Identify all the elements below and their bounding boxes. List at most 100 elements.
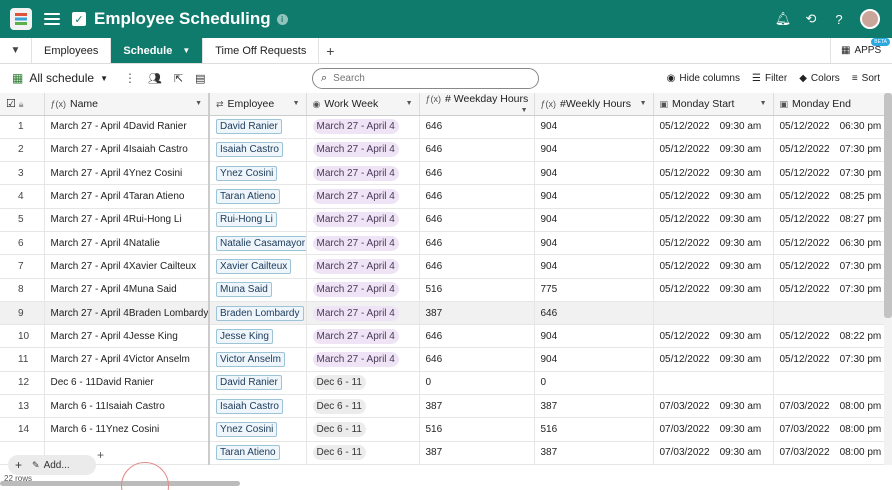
- monday-start-cell[interactable]: 05/12/2022 09:30 am: [653, 347, 774, 372]
- column-header-monday-end[interactable]: ▣ Monday End: [773, 93, 884, 116]
- employee-link-pill[interactable]: Braden Lombardy: [216, 305, 304, 321]
- row-number[interactable]: 9: [0, 301, 45, 326]
- monday-start-cell[interactable]: [653, 301, 774, 326]
- caret-down-icon[interactable]: ▼: [100, 74, 108, 83]
- row-number[interactable]: 14: [0, 417, 45, 442]
- work-week-cell[interactable]: March 27 - April 4: [306, 324, 420, 349]
- employee-cell[interactable]: Jesse King: [209, 324, 307, 349]
- weekday-hours-cell[interactable]: 387: [419, 301, 535, 326]
- weekday-hours-cell[interactable]: 646: [419, 184, 535, 209]
- employee-link-pill[interactable]: Rui-Hong Li: [216, 212, 277, 228]
- employee-cell[interactable]: Natalie Casamayor: [209, 231, 307, 256]
- column-header-employee[interactable]: ⇄ Employee ▼: [209, 93, 307, 116]
- monday-start-cell[interactable]: 05/12/2022 09:30 am: [653, 208, 774, 232]
- employee-cell[interactable]: Taran Atieno: [209, 184, 307, 209]
- work-week-cell[interactable]: March 27 - April 4: [306, 208, 420, 232]
- view-selector[interactable]: All schedule: [29, 71, 94, 85]
- weekly-hours-cell[interactable]: 904: [534, 347, 654, 372]
- help-icon[interactable]: ?: [832, 12, 846, 27]
- plus-icon[interactable]: +: [97, 448, 104, 462]
- monday-end-cell[interactable]: 05/12/2022 07:30 pm: [773, 278, 884, 302]
- row-number[interactable]: 1: [0, 115, 45, 139]
- weekly-hours-cell[interactable]: 904: [534, 254, 654, 279]
- monday-start-cell[interactable]: 05/12/2022 09:30 am: [653, 231, 774, 256]
- table-row[interactable]: 8 March 27 - April 4Muna Said Muna Said Mar…: [0, 278, 884, 302]
- table-row[interactable]: 9 March 27 - April 4Braden Lombardy Braden…: [0, 301, 884, 326]
- bell-icon[interactable]: 🔔︎: [775, 11, 792, 26]
- monday-end-cell[interactable]: 05/12/2022 08:25 pm: [773, 184, 884, 209]
- monday-start-cell[interactable]: 05/12/2022 09:30 am: [653, 161, 774, 186]
- caret-down-icon[interactable]: ▼: [195, 100, 202, 107]
- weekly-hours-cell[interactable]: 387: [534, 394, 654, 419]
- info-icon[interactable]: i: [276, 13, 288, 25]
- employee-cell[interactable]: Isaiah Castro: [209, 394, 307, 419]
- weekly-hours-cell[interactable]: 904: [534, 231, 654, 256]
- employee-link-pill[interactable]: Xavier Cailteux: [216, 258, 292, 274]
- row-number[interactable]: 10: [0, 324, 45, 349]
- weekly-hours-cell[interactable]: 904: [534, 208, 654, 232]
- work-week-cell[interactable]: March 27 - April 4: [306, 184, 420, 209]
- monday-start-cell[interactable]: 05/12/2022 09:30 am: [653, 115, 774, 139]
- print-icon[interactable]: ▤: [195, 72, 205, 85]
- monday-end-cell[interactable]: [773, 301, 884, 326]
- employee-cell[interactable]: Ynez Cosini: [209, 417, 307, 442]
- table-row[interactable]: 12 Dec 6 - 11David Ranier David Ranier Dec …: [0, 371, 884, 396]
- table-row[interactable]: 13 March 6 - 11Isaiah Castro Isaiah Castro…: [0, 394, 884, 419]
- select-all-checkbox[interactable]: ☑ 🔒︎: [0, 93, 45, 116]
- weekly-hours-cell[interactable]: 646: [534, 301, 654, 326]
- table-row[interactable]: 6 March 27 - April 4Natalie Natalie Casama…: [0, 231, 884, 256]
- table-row[interactable]: 4 March 27 - April 4Taran Atieno Taran Ati…: [0, 184, 884, 209]
- work-week-cell[interactable]: March 27 - April 4: [306, 347, 420, 372]
- chevron-down-icon[interactable]: ▼: [0, 38, 32, 63]
- tab-time-off-requests[interactable]: Time Off Requests: [203, 38, 320, 63]
- filter-button[interactable]: ☰ Filter: [752, 73, 787, 84]
- apps-button[interactable]: ▦ APPS BETA: [830, 38, 892, 63]
- name-cell[interactable]: March 27 - April 4David Ranier: [44, 115, 210, 139]
- weekly-hours-cell[interactable]: 904: [534, 138, 654, 163]
- employee-link-pill[interactable]: Taran Atieno: [216, 189, 280, 205]
- work-week-cell[interactable]: March 27 - April 4: [306, 301, 420, 326]
- work-week-cell[interactable]: March 27 - April 4: [306, 138, 420, 163]
- employee-cell[interactable]: David Ranier: [209, 115, 307, 139]
- name-cell[interactable]: March 27 - April 4Ynez Cosini: [44, 161, 210, 186]
- column-header-monday-start[interactable]: ▣ Monday Start ▼: [653, 93, 774, 116]
- employee-link-pill[interactable]: Jesse King: [216, 328, 273, 344]
- weekly-hours-cell[interactable]: 0: [534, 371, 654, 396]
- weekday-hours-cell[interactable]: 0: [419, 371, 535, 396]
- monday-start-cell[interactable]: 05/12/2022 09:30 am: [653, 278, 774, 302]
- table-row[interactable]: 10 March 27 - April 4Jesse King Jesse King…: [0, 324, 884, 349]
- employee-link-pill[interactable]: Natalie Casamayor: [216, 235, 305, 251]
- work-week-cell[interactable]: March 27 - April 4: [306, 231, 420, 256]
- monday-end-cell[interactable]: 07/03/2022 08:00 pm: [773, 394, 884, 419]
- row-number[interactable]: 13: [0, 394, 45, 419]
- share-users-icon[interactable]: 👥︎: [148, 72, 162, 85]
- employee-link-pill[interactable]: Victor Anselm: [216, 352, 285, 368]
- caret-down-icon[interactable]: ▼: [760, 100, 767, 107]
- name-cell[interactable]: March 27 - April 4Braden Lombardy: [44, 301, 210, 326]
- weekday-hours-cell[interactable]: 646: [419, 138, 535, 163]
- add-table-icon[interactable]: +: [319, 38, 341, 63]
- row-number[interactable]: 6: [0, 231, 45, 256]
- employee-link-pill[interactable]: Muna Said: [216, 282, 272, 298]
- row-number[interactable]: 4: [0, 184, 45, 209]
- employee-cell[interactable]: Isaiah Castro: [209, 138, 307, 163]
- name-cell[interactable]: March 6 - 11Isaiah Castro: [44, 394, 210, 419]
- employee-cell[interactable]: Rui-Hong Li: [209, 208, 307, 232]
- monday-end-cell[interactable]: 05/12/2022 06:30 pm: [773, 115, 884, 139]
- row-number[interactable]: 2: [0, 138, 45, 163]
- name-cell[interactable]: March 27 - April 4Victor Anselm: [44, 347, 210, 372]
- table-row[interactable]: 2 March 27 - April 4Isaiah Castro Isaiah C…: [0, 138, 884, 163]
- monday-end-cell[interactable]: 05/12/2022 07:30 pm: [773, 254, 884, 279]
- weekly-hours-cell[interactable]: 904: [534, 115, 654, 139]
- work-week-cell[interactable]: March 27 - April 4: [306, 254, 420, 279]
- monday-end-cell[interactable]: [773, 371, 884, 396]
- weekday-hours-cell[interactable]: 646: [419, 324, 535, 349]
- weekday-hours-cell[interactable]: 646: [419, 115, 535, 139]
- history-icon[interactable]: ⟲: [804, 11, 818, 26]
- work-week-cell[interactable]: Dec 6 - 11: [306, 371, 420, 396]
- monday-start-cell[interactable]: [653, 371, 774, 396]
- weekly-hours-cell[interactable]: 904: [534, 184, 654, 209]
- add-row-button[interactable]: + ✎ Add...: [8, 455, 96, 475]
- export-icon[interactable]: ⇱: [174, 72, 183, 85]
- weekly-hours-cell[interactable]: 904: [534, 161, 654, 186]
